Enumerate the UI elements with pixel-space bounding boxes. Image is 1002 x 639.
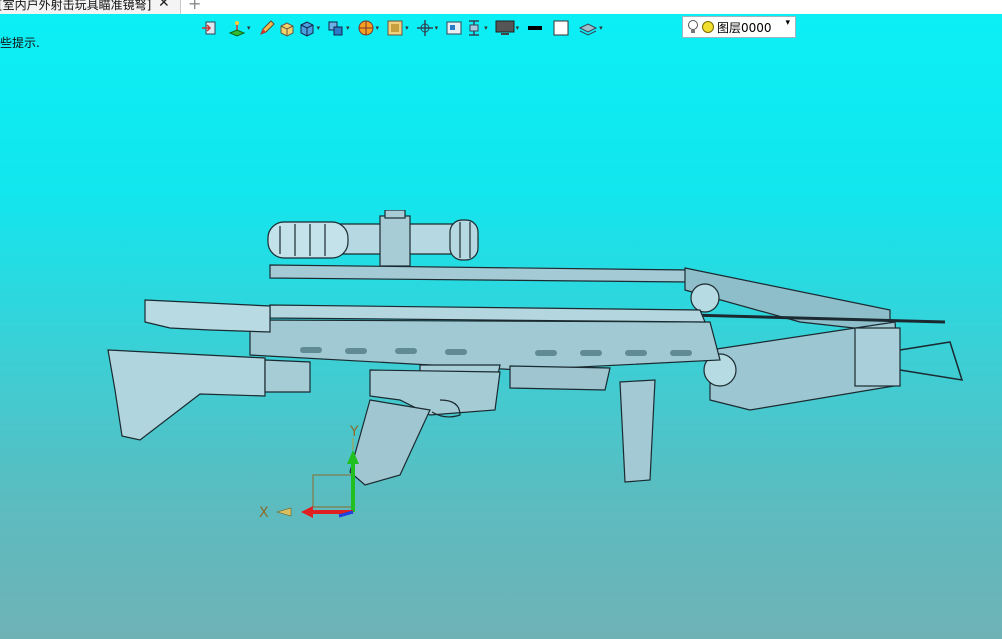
y-axis-label: Y [349, 424, 359, 440]
foregrip-part [619, 379, 656, 483]
sphere-section-icon [358, 20, 374, 36]
pencil-icon [259, 20, 275, 35]
exit-sketch-button[interactable] [200, 17, 218, 39]
tab-bar: [室内户外射击玩具瞄准镜弩] ✕ + [0, 0, 1002, 14]
layer-select[interactable]: 图层0000 ▾ [682, 16, 796, 38]
dropdown-arrow[interactable]: ▾ [376, 24, 380, 32]
document-tab-title: [室内户外射击玩具瞄准镜弩] [0, 0, 152, 12]
black-line-icon [528, 26, 543, 30]
dropdown-arrow[interactable]: ▾ [599, 24, 603, 32]
dropdown-arrow[interactable]: ▾ [405, 24, 409, 32]
dropdown-arrow[interactable]: ▾ [247, 24, 251, 32]
layer-stack-icon [579, 23, 598, 36]
sphere-section-button[interactable]: ▾ [357, 17, 385, 39]
crossbow-model[interactable] [100, 210, 970, 500]
face-display-icon [387, 20, 403, 36]
view-toolbar: ▾ ▾ ▾ ▾ ▾ ▾ ▾ ▾ ▾ [200, 17, 608, 39]
box-color-button[interactable] [278, 17, 296, 39]
hint-text: 些提示. [0, 36, 40, 50]
document-tab[interactable]: [室内户外射击玩具瞄准镜弩] ✕ [0, 0, 181, 14]
box-color-icon [280, 22, 294, 37]
dropdown-arrow[interactable]: ▾ [346, 24, 350, 32]
cam-upper-part [690, 283, 720, 313]
solid-cube-button[interactable]: ▾ [298, 17, 326, 39]
fill-color-button[interactable] [552, 17, 570, 39]
vertical-split-button[interactable]: ▾ [465, 17, 493, 39]
upper-rail-part [269, 264, 691, 283]
line-style-button[interactable] [526, 17, 544, 39]
riser-part [854, 327, 901, 387]
solid-cube-icon [300, 21, 314, 37]
buttstock-part [107, 349, 266, 441]
vertical-split-icon [469, 20, 480, 36]
monitor-button[interactable]: ▾ [495, 17, 525, 39]
close-tab-icon[interactable]: ✕ [158, 0, 170, 11]
pencil-button[interactable] [258, 17, 276, 39]
multi-cube-button[interactable]: ▾ [327, 17, 355, 39]
scope-part [267, 210, 479, 267]
move-cursor-icon [416, 20, 433, 36]
dropdown-arrow[interactable]: ▾ [435, 24, 439, 32]
x-axis-label: X [259, 505, 269, 520]
sketch-plane-button[interactable]: ▾ [228, 17, 256, 39]
dropdown-arrow[interactable]: ▾ [516, 24, 520, 32]
sketch-plane-icon [228, 21, 246, 37]
monitor-icon [495, 20, 515, 35]
layer-select-arrow[interactable]: ▾ [785, 18, 790, 28]
main-body-part [249, 319, 721, 371]
view-frame-icon [446, 21, 462, 35]
add-tab-icon[interactable]: + [188, 0, 201, 13]
dropdown-arrow[interactable]: ▾ [317, 24, 321, 32]
face-display-button[interactable]: ▾ [386, 17, 414, 39]
layer-stack-button[interactable]: ▾ [578, 17, 608, 39]
upper-stock-part [144, 299, 271, 333]
view-frame-button[interactable] [445, 17, 463, 39]
white-square-icon [553, 20, 569, 36]
axis-triad: Y X [259, 424, 359, 520]
layer-color-dot-icon [702, 21, 714, 33]
lightbulb-icon [688, 20, 698, 33]
move-cursor-button[interactable]: ▾ [416, 17, 444, 39]
dropdown-arrow[interactable]: ▾ [484, 24, 488, 32]
layer-select-value: 图层0000 [717, 20, 772, 35]
exit-sketch-icon [202, 21, 216, 35]
multi-cube-icon [328, 21, 343, 36]
